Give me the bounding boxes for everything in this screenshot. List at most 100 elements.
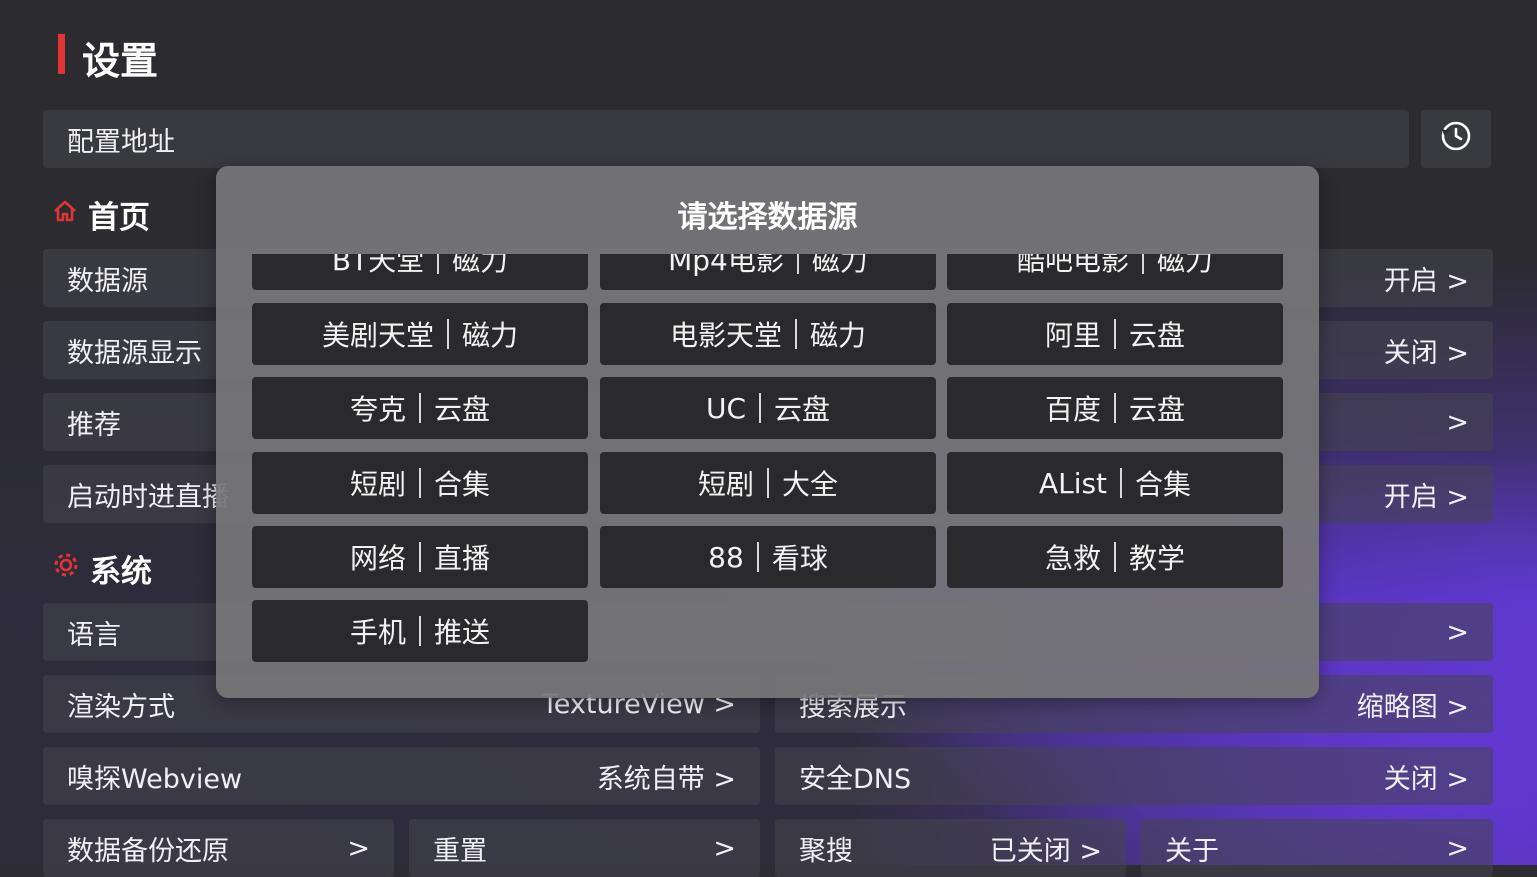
divider	[419, 542, 421, 572]
source-name: UC	[705, 391, 747, 425]
divider	[1120, 468, 1123, 498]
divider	[796, 254, 799, 274]
source-name: 网络	[349, 542, 406, 575]
source-tile[interactable]: 短剧 大全	[600, 452, 936, 514]
source-tile[interactable]: 阿里 云盘	[947, 303, 1283, 365]
source-type: 磁力	[452, 254, 509, 277]
source-name: 急救	[1044, 542, 1101, 575]
datasource-dialog: 请选择数据源 BT天堂 磁力 Mp4电影 磁力 酷吧电影 磁力 美剧天堂 磁力 电影天堂…	[216, 166, 1319, 698]
source-tile[interactable]: 酷吧电影 磁力	[947, 254, 1283, 290]
reset-label: 重置	[433, 835, 487, 867]
source-name: AList	[1038, 466, 1108, 500]
backup-value: >	[347, 832, 370, 864]
history-button[interactable]	[1421, 110, 1491, 168]
gear-icon	[52, 551, 80, 586]
source-type: 云盘	[434, 393, 491, 426]
source-tile[interactable]: 电影天堂 磁力	[600, 303, 936, 365]
source-tile[interactable]: 美剧天堂 磁力	[252, 303, 588, 365]
source-name: 88	[708, 540, 744, 574]
source-tile[interactable]: 网络 直播	[252, 526, 588, 588]
secure-dns-label: 安全DNS	[799, 763, 912, 795]
source-type: 直播	[434, 542, 491, 575]
source-tile[interactable]: Mp4电影 磁力	[600, 254, 936, 290]
source-tile[interactable]: UC 云盘	[600, 377, 936, 439]
source-name: 短剧	[697, 468, 754, 501]
aggregate-search-row[interactable]: 聚搜 已关闭 >	[775, 819, 1126, 877]
source-type: 推送	[434, 616, 491, 649]
source-tile[interactable]: BT天堂 磁力	[252, 254, 588, 290]
sniff-webview-value: 系统自带 >	[596, 763, 736, 795]
secure-dns-value: 关闭 >	[1383, 763, 1469, 795]
language-value: >	[1446, 616, 1469, 648]
section-system-label: 系统	[90, 554, 152, 590]
divider	[767, 468, 769, 498]
source-type: 磁力	[462, 319, 519, 352]
about-value: >	[1446, 832, 1469, 864]
config-address-field[interactable]: 配置地址	[43, 110, 1409, 168]
reset-row[interactable]: 重置 >	[409, 819, 760, 877]
aggregate-search-value: 已关闭 >	[989, 835, 1102, 867]
source-name: 美剧天堂	[321, 319, 434, 352]
backup-label: 数据备份还原	[67, 835, 229, 867]
title-accent-bar	[58, 34, 65, 74]
source-name: 阿里	[1044, 319, 1101, 352]
divider	[447, 319, 449, 349]
home-icon	[52, 198, 78, 231]
source-type: 教学	[1129, 542, 1186, 575]
sniff-webview-row[interactable]: 嗅探Webview 系统自带 >	[43, 747, 760, 805]
source-name: 手机	[349, 616, 406, 649]
source-name: 百度	[1044, 393, 1101, 426]
source-name: 夸克	[349, 393, 406, 426]
reset-value: >	[713, 832, 736, 864]
source-type: 云盘	[1129, 393, 1186, 426]
source-name: 酷吧电影	[1016, 254, 1129, 277]
source-type: 合集	[1135, 468, 1192, 501]
divider	[1114, 319, 1116, 349]
divider	[1142, 254, 1144, 274]
section-system: 系统	[52, 546, 152, 591]
source-name: 电影天堂	[669, 319, 782, 352]
search-display-value: 缩略图 >	[1356, 691, 1469, 723]
source-type: 云盘	[774, 393, 831, 426]
source-name: Mp4电影	[668, 254, 784, 277]
source-name: BT天堂	[331, 254, 425, 277]
source-name: 短剧	[349, 468, 406, 501]
divider	[419, 393, 421, 423]
source-type: 大全	[782, 468, 839, 501]
source-type: 磁力	[811, 254, 868, 277]
about-row[interactable]: 关于 >	[1141, 819, 1493, 877]
divider	[437, 254, 440, 274]
source-type: 看球	[771, 542, 828, 575]
source-type: 磁力	[1157, 254, 1214, 277]
datasource-value: 开启 >	[1383, 265, 1469, 297]
source-tile[interactable]: 急救 教学	[947, 526, 1283, 588]
page-title: 设置	[82, 39, 159, 83]
divider	[1114, 393, 1116, 423]
source-grid[interactable]: BT天堂 磁力 Mp4电影 磁力 酷吧电影 磁力 美剧天堂 磁力 电影天堂 磁力 阿里 云盘…	[252, 254, 1284, 674]
aggregate-search-label: 聚搜	[799, 835, 853, 867]
config-address-label: 配置地址	[67, 126, 175, 158]
source-tile[interactable]: AList 合集	[947, 452, 1283, 514]
divider	[419, 468, 421, 498]
source-tile[interactable]: 百度 云盘	[947, 377, 1283, 439]
divider	[756, 542, 759, 572]
startup-direct-value: 开启 >	[1383, 481, 1469, 513]
source-tile[interactable]: 手机 推送	[252, 600, 588, 662]
about-label: 关于	[1165, 835, 1219, 867]
backup-row[interactable]: 数据备份还原 >	[43, 819, 394, 877]
section-home-label: 首页	[88, 200, 150, 236]
source-type: 合集	[434, 468, 491, 501]
source-type: 磁力	[810, 319, 867, 352]
source-tile[interactable]: 短剧 合集	[252, 452, 588, 514]
source-tile[interactable]: 88 看球	[600, 526, 936, 588]
divider	[759, 393, 762, 423]
section-home: 首页	[52, 192, 150, 237]
recommend-value: >	[1446, 406, 1469, 438]
source-type: 云盘	[1129, 319, 1186, 352]
secure-dns-row[interactable]: 安全DNS 关闭 >	[775, 747, 1493, 805]
datasource-display-value: 关闭 >	[1383, 337, 1469, 369]
divider	[795, 319, 797, 349]
sniff-webview-label: 嗅探Webview	[67, 763, 243, 795]
dialog-title: 请选择数据源	[677, 200, 858, 235]
source-tile[interactable]: 夸克 云盘	[252, 377, 588, 439]
